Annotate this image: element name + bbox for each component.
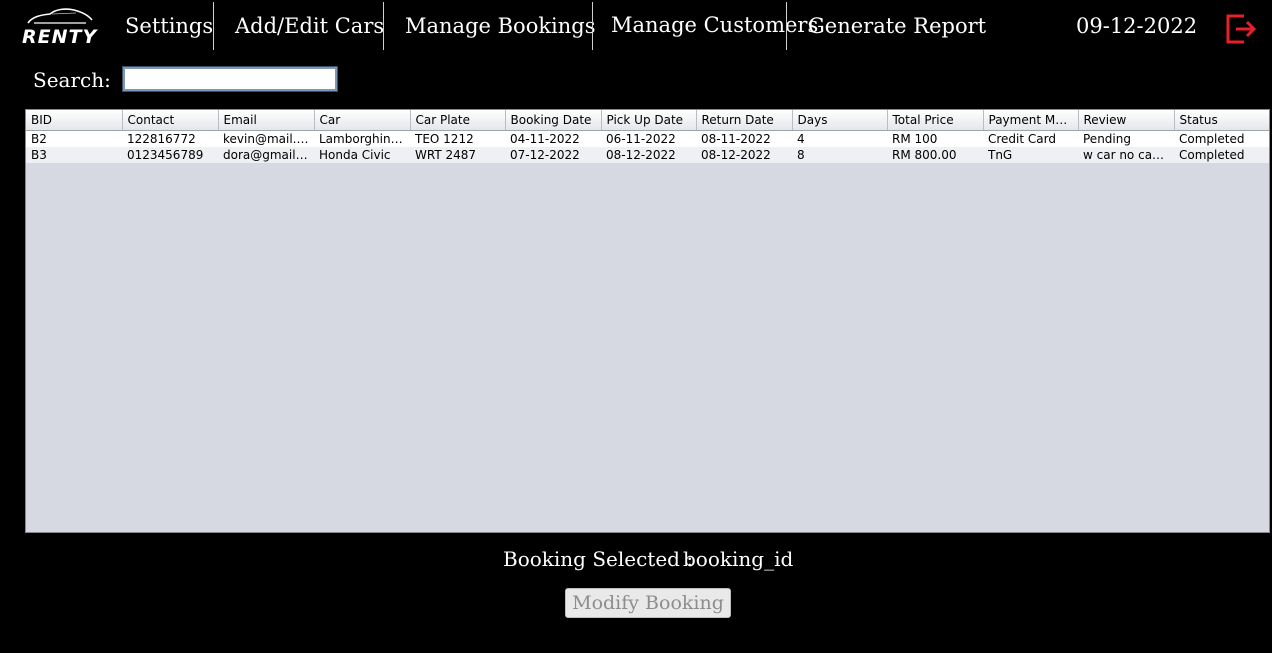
table-cell: dora@gmail.c... xyxy=(218,146,314,163)
table-cell: RM 100 xyxy=(887,130,983,147)
table-cell: Completed xyxy=(1174,146,1269,163)
renty-logo: RENTY xyxy=(20,6,100,48)
table-cell: Completed xyxy=(1174,130,1269,147)
column-header-payment-method[interactable]: Payment Met... xyxy=(983,110,1079,131)
booking-selected-label: Booking Selected : xyxy=(503,547,694,571)
column-header-booking-date[interactable]: Booking Date xyxy=(505,110,602,131)
table-row[interactable]: B3 0123456789 dora@gmail.c... Honda Civi… xyxy=(26,146,1269,163)
column-header-bid[interactable]: BID xyxy=(26,110,123,131)
column-header-email[interactable]: Email xyxy=(218,110,315,131)
table-cell: 08-11-2022 xyxy=(696,130,792,147)
column-header-contact[interactable]: Contact xyxy=(122,110,219,131)
table-cell: 07-12-2022 xyxy=(505,146,601,163)
nav-generate-report[interactable]: Generate Report xyxy=(808,14,986,38)
table-cell: 08-12-2022 xyxy=(696,146,792,163)
column-header-pick-up-date[interactable]: Pick Up Date xyxy=(601,110,697,131)
table-cell: Lamborghini ... xyxy=(314,130,410,147)
table-cell: RM 800.00 xyxy=(887,146,983,163)
column-header-return-date[interactable]: Return Date xyxy=(696,110,793,131)
table-cell: 0123456789 xyxy=(122,146,218,163)
table-cell: WRT 2487 xyxy=(410,146,505,163)
nav-add-edit-cars[interactable]: Add/Edit Cars xyxy=(235,14,384,38)
table-cell: Honda Civic xyxy=(314,146,410,163)
table-cell: w car no cap f... xyxy=(1078,146,1174,163)
nav-divider xyxy=(213,2,214,50)
logout-icon xyxy=(1226,14,1257,44)
table-cell: TnG xyxy=(983,146,1078,163)
table-cell: kevin@mail.c... xyxy=(218,130,314,147)
nav-manage-bookings[interactable]: Manage Bookings xyxy=(405,14,596,38)
table-cell: TEO 1212 xyxy=(410,130,505,147)
table-cell: 4 xyxy=(792,130,887,147)
nav-manage-customers[interactable]: Manage Customers xyxy=(611,13,818,37)
table-cell: 06-11-2022 xyxy=(601,130,696,147)
table-cell: Pending xyxy=(1078,130,1174,147)
app-window: RENTY Settings Add/Edit Cars Manage Book… xyxy=(0,0,1272,653)
column-header-total-price[interactable]: Total Price xyxy=(887,110,984,131)
modify-booking-button[interactable]: Modify Booking xyxy=(565,588,731,618)
logout-button[interactable] xyxy=(1224,12,1258,46)
table-row[interactable]: B2 122816772 kevin@mail.c... Lamborghini… xyxy=(26,130,1269,147)
nav-divider xyxy=(786,2,787,50)
table-cell: B2 xyxy=(26,130,122,147)
column-header-car-plate[interactable]: Car Plate xyxy=(410,110,506,131)
table-cell: B3 xyxy=(26,146,122,163)
table-header-row: BID Contact Email Car Car Plate Booking … xyxy=(26,110,1269,131)
table-cell: 122816772 xyxy=(122,130,218,147)
column-header-days[interactable]: Days xyxy=(792,110,888,131)
column-header-car[interactable]: Car xyxy=(314,110,411,131)
nav-settings[interactable]: Settings xyxy=(125,14,213,38)
column-header-review[interactable]: Review xyxy=(1078,110,1175,131)
column-header-status[interactable]: Status xyxy=(1174,110,1269,131)
search-label: Search: xyxy=(33,68,111,92)
table-cell: 04-11-2022 xyxy=(505,130,601,147)
table-cell: Credit Card xyxy=(983,130,1078,147)
nav-divider xyxy=(592,2,593,50)
logo-text: RENTY xyxy=(22,26,98,48)
search-input[interactable] xyxy=(122,66,338,92)
car-logo-icon xyxy=(27,8,93,24)
nav-divider xyxy=(383,2,384,50)
current-date: 09-12-2022 xyxy=(1076,14,1198,38)
bookings-table[interactable]: BID Contact Email Car Car Plate Booking … xyxy=(25,109,1270,533)
booking-selected-value: booking_id xyxy=(683,547,794,571)
table-cell: 8 xyxy=(792,146,887,163)
table-cell: 08-12-2022 xyxy=(601,146,696,163)
